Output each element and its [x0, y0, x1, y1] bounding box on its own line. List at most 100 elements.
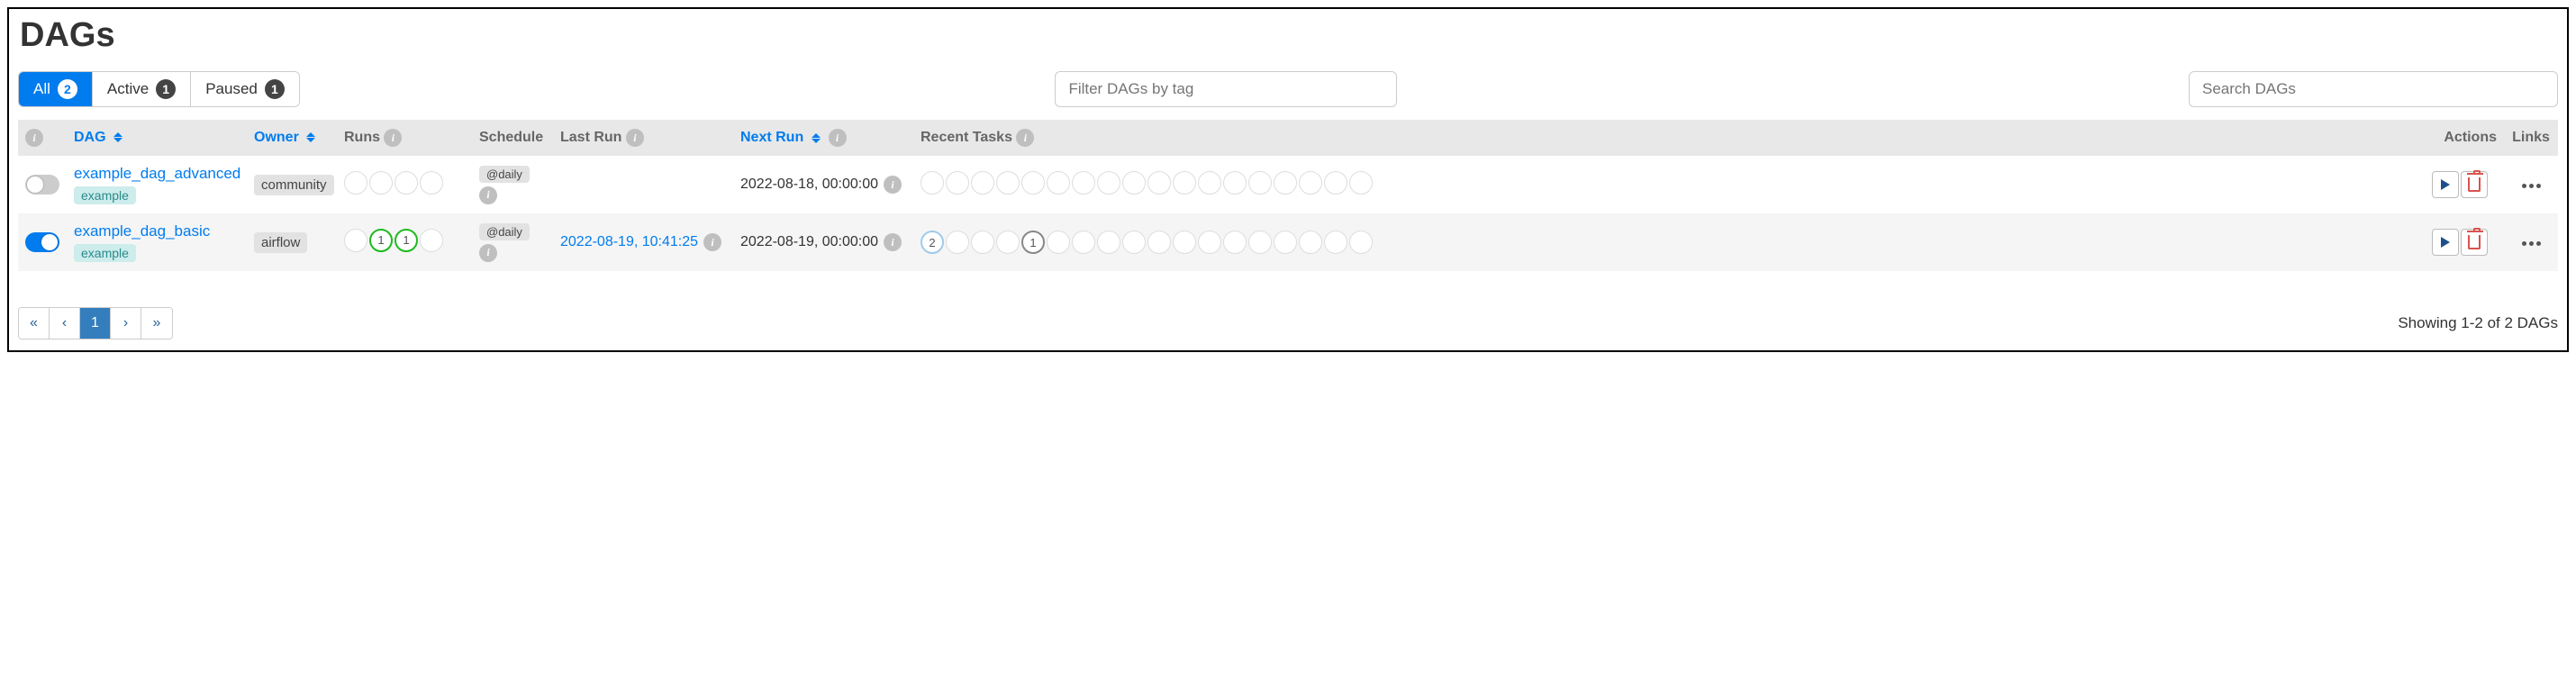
col-owner-header[interactable]: Owner: [247, 120, 337, 156]
page-last-button[interactable]: »: [141, 308, 172, 339]
tab-active[interactable]: Active 1: [93, 72, 191, 106]
task-status-circle[interactable]: [996, 171, 1020, 195]
task-status-circle[interactable]: [1274, 171, 1297, 195]
task-status-circle[interactable]: [1299, 231, 1322, 254]
run-status-circle[interactable]: [420, 171, 443, 195]
page-current-button[interactable]: 1: [80, 308, 111, 339]
pause-toggle[interactable]: [25, 175, 59, 195]
task-status-circle[interactable]: [1248, 171, 1272, 195]
col-nextrun-header[interactable]: Next Run i: [733, 120, 913, 156]
task-status-circle[interactable]: [1248, 231, 1272, 254]
task-status-circle[interactable]: [1324, 231, 1347, 254]
trash-icon: [2468, 177, 2481, 192]
task-status-circle[interactable]: [1047, 171, 1070, 195]
info-icon[interactable]: i: [626, 129, 644, 147]
run-status-circle[interactable]: [395, 171, 418, 195]
info-icon[interactable]: i: [1016, 129, 1034, 147]
info-icon[interactable]: i: [479, 186, 497, 204]
sort-icon: [812, 133, 821, 143]
owner-chip[interactable]: airflow: [254, 232, 307, 253]
tab-all-label: All: [33, 80, 50, 98]
tab-active-label: Active: [107, 80, 149, 98]
task-status-circle[interactable]: [1097, 231, 1120, 254]
task-status-circle[interactable]: [1274, 231, 1297, 254]
task-status-circle[interactable]: [1173, 171, 1196, 195]
run-status-circle[interactable]: [420, 229, 443, 252]
run-status-circle[interactable]: [369, 171, 393, 195]
delete-dag-button[interactable]: [2461, 171, 2488, 198]
play-icon: [2441, 179, 2450, 190]
pause-toggle[interactable]: [25, 232, 59, 252]
task-status-circle[interactable]: [1147, 171, 1171, 195]
task-status-circle[interactable]: [1122, 171, 1146, 195]
more-links-button[interactable]: [2511, 184, 2551, 188]
tab-paused-label: Paused: [205, 80, 258, 98]
recent-tasks-indicators: [921, 171, 1373, 195]
search-dags-input[interactable]: [2189, 71, 2558, 107]
tab-all-count: 2: [58, 79, 77, 99]
task-status-circle[interactable]: [1122, 231, 1146, 254]
run-status-circle[interactable]: [344, 229, 367, 252]
info-icon[interactable]: i: [884, 233, 902, 251]
tag-chip[interactable]: example: [74, 244, 136, 262]
task-status-circle[interactable]: [1147, 231, 1171, 254]
dag-name-link[interactable]: example_dag_advanced: [74, 165, 240, 182]
run-status-circle[interactable]: 1: [395, 229, 418, 252]
schedule-chip[interactable]: @daily: [479, 166, 530, 183]
task-status-circle[interactable]: [1324, 171, 1347, 195]
task-status-circle[interactable]: [996, 231, 1020, 254]
task-status-circle[interactable]: [1198, 231, 1221, 254]
task-status-circle[interactable]: 1: [1021, 231, 1045, 254]
page-title: DAGs: [20, 16, 2558, 55]
task-status-circle[interactable]: [946, 171, 969, 195]
next-run-text: 2022-08-19, 00:00:00: [740, 234, 878, 249]
dag-name-link[interactable]: example_dag_basic: [74, 222, 210, 240]
page-prev-button[interactable]: ‹: [50, 308, 80, 339]
col-dag-header[interactable]: DAG: [67, 120, 247, 156]
trigger-dag-button[interactable]: [2432, 229, 2459, 256]
delete-dag-button[interactable]: [2461, 229, 2488, 256]
info-icon[interactable]: i: [829, 129, 847, 147]
info-icon[interactable]: i: [25, 129, 43, 147]
col-toggle-header: i: [18, 120, 67, 156]
filter-tags-input[interactable]: [1055, 71, 1397, 107]
owner-chip[interactable]: community: [254, 175, 334, 195]
col-schedule-header: Schedule: [472, 120, 553, 156]
sort-icon: [306, 132, 315, 142]
task-status-circle[interactable]: 2: [921, 231, 944, 254]
task-status-circle[interactable]: [1299, 171, 1322, 195]
task-status-circle[interactable]: [1097, 171, 1120, 195]
schedule-chip[interactable]: @daily: [479, 223, 530, 240]
tag-chip[interactable]: example: [74, 186, 136, 204]
recent-tasks-indicators: 21: [921, 231, 1373, 254]
task-status-circle[interactable]: [971, 171, 994, 195]
task-status-circle[interactable]: [946, 231, 969, 254]
task-status-circle[interactable]: [1198, 171, 1221, 195]
more-links-button[interactable]: [2511, 241, 2551, 246]
run-status-circle[interactable]: [344, 171, 367, 195]
task-status-circle[interactable]: [971, 231, 994, 254]
last-run-link[interactable]: 2022-08-19, 10:41:25: [560, 234, 698, 249]
task-status-circle[interactable]: [1072, 231, 1095, 254]
task-status-circle[interactable]: [1047, 231, 1070, 254]
info-icon[interactable]: i: [384, 129, 402, 147]
task-status-circle[interactable]: [1223, 231, 1247, 254]
task-status-circle[interactable]: [1349, 171, 1373, 195]
task-status-circle[interactable]: [1021, 171, 1045, 195]
task-status-circle[interactable]: [1072, 171, 1095, 195]
tab-all[interactable]: All 2: [19, 72, 93, 106]
info-icon[interactable]: i: [479, 244, 497, 262]
info-icon[interactable]: i: [703, 233, 721, 251]
run-status-circle[interactable]: 1: [369, 229, 393, 252]
task-status-circle[interactable]: [921, 171, 944, 195]
col-actions-header: Actions: [2423, 120, 2504, 156]
tab-paused-count: 1: [265, 79, 285, 99]
tab-paused[interactable]: Paused 1: [191, 72, 299, 106]
trigger-dag-button[interactable]: [2432, 171, 2459, 198]
page-next-button[interactable]: ›: [111, 308, 141, 339]
info-icon[interactable]: i: [884, 176, 902, 194]
page-first-button[interactable]: «: [19, 308, 50, 339]
task-status-circle[interactable]: [1349, 231, 1373, 254]
task-status-circle[interactable]: [1223, 171, 1247, 195]
task-status-circle[interactable]: [1173, 231, 1196, 254]
